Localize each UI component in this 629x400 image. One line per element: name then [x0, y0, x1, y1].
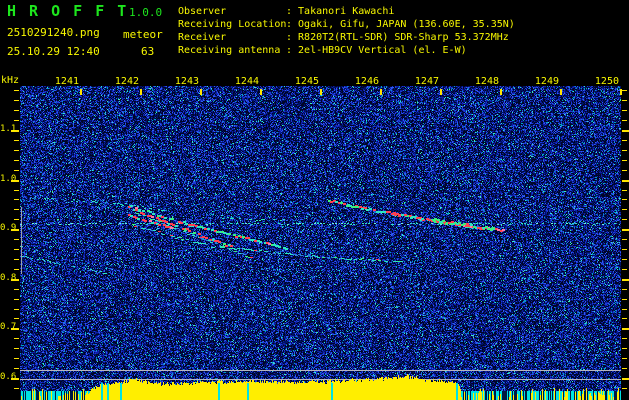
- x-tick-label-1246: 1246: [354, 76, 379, 87]
- info-value: : Takanori Kawachi: [286, 6, 395, 17]
- info-row-3: Receiving antenna : 2el-HB9CV Vertical (e…: [178, 44, 515, 57]
- info-label: Receiving antenna: [178, 45, 281, 56]
- info-label: Receiver: [178, 32, 227, 43]
- output-filename: 2510291240.png: [7, 26, 100, 39]
- x-tick-label-1248: 1248: [474, 76, 499, 87]
- y-tick-label-0.8: 0.8: [0, 273, 17, 283]
- x-tick-label-1241: 1241: [54, 76, 79, 87]
- info-label: Observer: [178, 6, 227, 17]
- x-tick-label-1243: 1243: [174, 76, 199, 87]
- x-tick-label-1244: 1244: [234, 76, 259, 87]
- mode-label: meteor: [123, 28, 163, 41]
- x-tick-label-1245: 1245: [294, 76, 319, 87]
- hrofft-window: H R O F F T 1.0.0 2510291240.png meteor …: [0, 0, 629, 400]
- y-tick-label-0.7: 0.7: [0, 322, 17, 332]
- y-tick-label-1.0: 1.0: [0, 174, 17, 184]
- station-info-block: Observer: Takanori Kawachi Receiving Loca…: [178, 5, 515, 57]
- y-tick-label-0.9: 0.9: [0, 223, 17, 233]
- info-value: : R820T2(RTL-SDR) SDR-Sharp 53.372MHz: [286, 32, 509, 43]
- app-version: 1.0.0: [129, 6, 163, 19]
- meteor-count: 63: [141, 45, 155, 58]
- y-tick-label-0.6: 0.6: [0, 372, 17, 382]
- info-row-0: Observer : Takanori Kawachi: [178, 5, 515, 18]
- observation-datetime: 25.10.29 12:40: [7, 45, 100, 58]
- y-tick-label-1.1: 1.1: [0, 124, 17, 134]
- spectrogram-canvas: [0, 0, 629, 400]
- info-row-2: Receiver : R820T2(RTL-SDR) SDR-Sharp 53.3…: [178, 31, 515, 44]
- app-title: H R O F F T: [7, 2, 129, 20]
- info-value: : 2el-HB9CV Vertical (el. E-W): [286, 45, 467, 56]
- x-tick-label-1242: 1242: [114, 76, 139, 87]
- x-tick-label-1247: 1247: [414, 76, 439, 87]
- x-tick-label-1249: 1249: [534, 76, 559, 87]
- info-value: : Ogaki, Gifu, JAPAN (136.60E, 35.35N): [286, 19, 515, 30]
- y-axis-unit-label: kHz: [1, 75, 20, 86]
- info-label: Receiving Location: [178, 19, 287, 30]
- x-tick-label-1250: 1250: [594, 76, 619, 87]
- info-row-1: Receiving Location: Ogaki, Gifu, JAPAN (…: [178, 18, 515, 31]
